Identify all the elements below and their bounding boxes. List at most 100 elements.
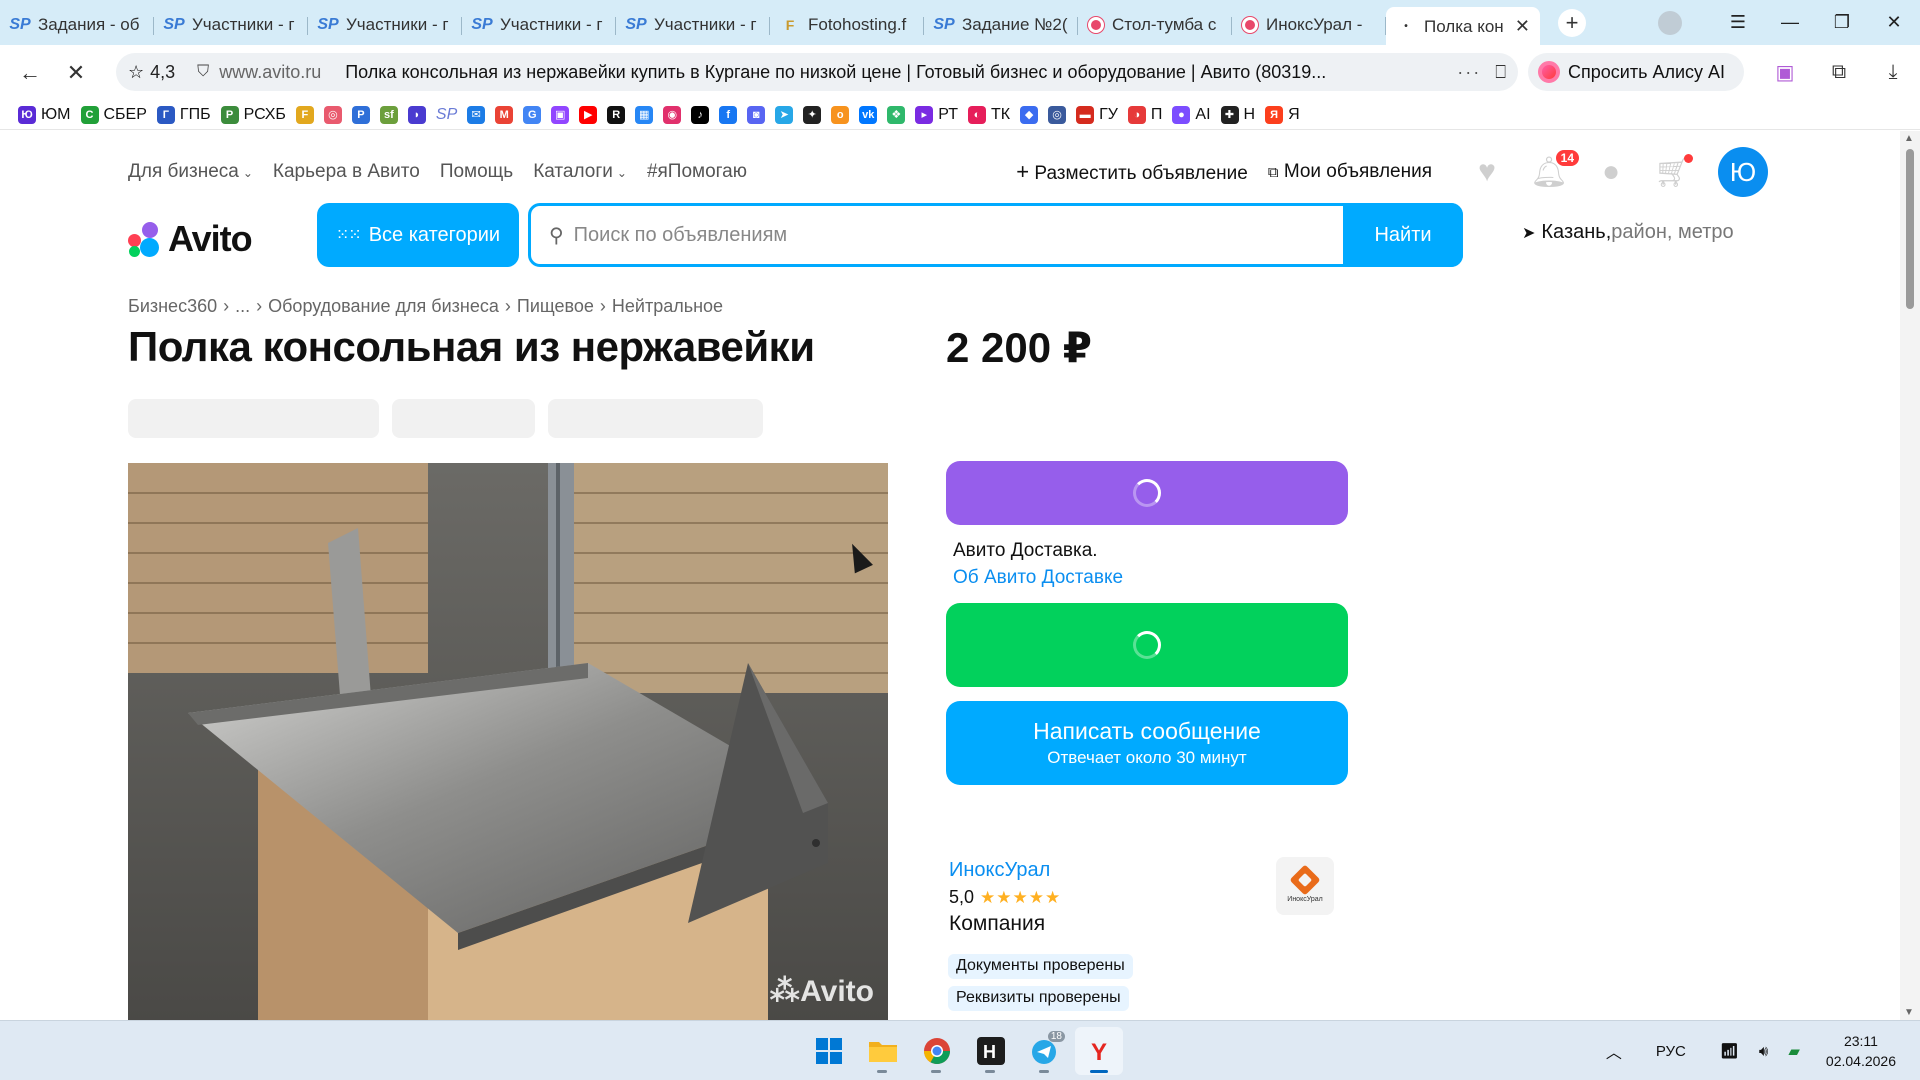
bookmark-9[interactable]: ◗ [407, 105, 426, 124]
downloads-icon[interactable]: ⤓ [1866, 61, 1920, 84]
bookmark-17[interactable]: ▦ [635, 105, 654, 124]
seller-rating[interactable]: 5,0 ★★★★★ [949, 887, 1061, 908]
bookmark-1[interactable]: Ю ЮМ [18, 105, 71, 124]
my-ads-link[interactable]: ⧉ Мои объявления [1268, 161, 1432, 183]
extensions-icon[interactable]: ⧉ [1812, 61, 1866, 84]
bookmark-31[interactable]: ▬ ГУ [1076, 105, 1118, 124]
bookmark-25[interactable]: vk [859, 105, 878, 124]
minimize-icon[interactable]: — [1764, 12, 1816, 33]
image-icon[interactable]: ▣ [1758, 60, 1812, 85]
bookmark-3[interactable]: Г ГПБ [156, 105, 211, 124]
maximize-icon[interactable]: ❐ [1816, 12, 1868, 33]
bookmark-34[interactable]: ✚ Н [1220, 105, 1255, 124]
location-selector[interactable]: ➤ Казань, район, метро [1522, 221, 1734, 244]
bookmark-30[interactable]: ◎ [1048, 105, 1067, 124]
tab-6[interactable]: F Fotohosting.f [770, 7, 924, 43]
close-window-icon[interactable]: ✕ [1868, 12, 1920, 33]
bookmark-10[interactable]: SP [436, 106, 457, 124]
bookmark-4[interactable]: Р РСХБ [220, 105, 286, 124]
tab-7[interactable]: SP Задание №2( [924, 7, 1078, 43]
tab-3[interactable]: SP Участники - г [308, 7, 462, 43]
bookmark-15[interactable]: ▶ [579, 105, 598, 124]
bookmark-7[interactable]: P [351, 105, 370, 124]
user-avatar[interactable]: Ю [1718, 147, 1768, 197]
avito-logo[interactable]: Avito [128, 211, 253, 267]
notifications-bell-icon[interactable]: 🔔︎ 14 [1529, 150, 1579, 192]
taskbar-explorer[interactable] [859, 1027, 907, 1075]
url-box[interactable]: ☆ 4,3 ⛉ www.avito.ru Полка консольная из… [116, 53, 1518, 91]
bookmark-13[interactable]: G [523, 105, 542, 124]
clock[interactable]: 23:11 02.04.2026 [1826, 1031, 1896, 1071]
taskbar-yandex-browser[interactable]: Y [1075, 1027, 1123, 1075]
profile-icon[interactable] [1658, 11, 1682, 35]
bookmark-2[interactable]: С СБЕР [80, 105, 147, 124]
wifi-icon[interactable]: 📶︎ [1720, 1042, 1739, 1060]
seller-logo[interactable]: ИноксУрал [1276, 857, 1334, 915]
bookmark-14[interactable]: ▣ [551, 105, 570, 124]
shield-icon[interactable]: ⛉ [197, 63, 209, 81]
bookmark-28[interactable]: ◐ ТК [967, 105, 1010, 124]
tab-8[interactable]: Стол-тумба с [1078, 7, 1232, 43]
breadcrumb-item[interactable]: Оборудование для бизнеса [268, 296, 499, 317]
listing-photo[interactable]: ⁂Avito [128, 463, 888, 1020]
cart-icon[interactable]: 🛒︎ [1653, 152, 1693, 192]
bookmark-16[interactable]: R [607, 105, 626, 124]
battery-icon[interactable]: ▰ [1788, 1042, 1800, 1060]
show-phone-button[interactable] [946, 603, 1348, 687]
bookmark-icon[interactable]: ⎕ [1495, 62, 1506, 83]
bookmark-12[interactable]: M [495, 105, 514, 124]
search-input[interactable] [573, 223, 1343, 247]
tabs-menu-icon[interactable]: ☰ [1712, 12, 1764, 33]
bookmark-21[interactable]: ◙ [747, 105, 766, 124]
bookmark-18[interactable]: ◉ [663, 105, 682, 124]
back-icon[interactable]: ← [10, 60, 50, 86]
breadcrumb-item[interactable]: Пищевое [517, 296, 594, 317]
bookmark-29[interactable]: ◆ [1020, 105, 1039, 124]
tab-1[interactable]: SP Задания - об [0, 7, 154, 43]
bookmark-6[interactable]: ◎ [323, 105, 342, 124]
about-delivery-link[interactable]: Об Авито Доставке [953, 567, 1123, 589]
bookmark-24[interactable]: о [831, 105, 850, 124]
write-message-button[interactable]: Написать сообщение Отвечает около 30 мин… [946, 701, 1348, 785]
post-ad-link[interactable]: + Разместить объявление [1016, 159, 1248, 185]
taskbar-telegram[interactable]: 18 [1021, 1027, 1069, 1075]
bookmark-32[interactable]: ◑ П [1127, 105, 1162, 124]
tab-9[interactable]: ИноксУрал - [1232, 7, 1386, 43]
more-icon[interactable]: ··· [1457, 62, 1481, 83]
tab-5[interactable]: SP Участники - г [616, 7, 770, 43]
bookmark-33[interactable]: ● AI [1172, 105, 1211, 124]
bookmark-35[interactable]: ЯЯ [1265, 105, 1300, 124]
page-scrollbar[interactable]: ▲ ▼ [1900, 131, 1920, 1020]
nav-career[interactable]: Карьера в Авито [273, 161, 420, 183]
nav-business[interactable]: Для бизнеса ⌄ [128, 161, 253, 183]
breadcrumb-item[interactable]: ... [235, 296, 250, 317]
breadcrumb-item[interactable]: Нейтральное [612, 296, 723, 317]
all-categories-button[interactable]: ⁙⁙ Все категории [317, 203, 519, 267]
new-tab-button[interactable]: + [1558, 8, 1586, 37]
tab-active[interactable]: • Полка кон ✕ [1386, 6, 1540, 47]
tab-4[interactable]: SP Участники - г [462, 7, 616, 43]
scroll-up-icon[interactable]: ▲ [1904, 133, 1914, 144]
bookmark-22[interactable]: ➤ [775, 105, 794, 124]
nav-catalogs[interactable]: Каталоги ⌄ [533, 161, 627, 183]
taskbar-chrome[interactable] [913, 1027, 961, 1075]
chevron-up-icon[interactable]: ︿ [1606, 1039, 1622, 1063]
bookmark-11[interactable]: ✉ [467, 105, 486, 124]
bookmark-23[interactable]: ✦ [803, 105, 822, 124]
taskbar-app-h[interactable]: H [967, 1027, 1015, 1075]
stop-loading-icon[interactable]: ✕ [56, 60, 96, 86]
bookmark-27[interactable]: ▸ РТ [915, 105, 958, 124]
scroll-down-icon[interactable]: ▼ [1904, 1007, 1914, 1018]
scrollbar-thumb[interactable] [1906, 149, 1914, 309]
favorites-heart-icon[interactable]: ♥ [1467, 152, 1507, 192]
bookmark-5[interactable]: F [295, 105, 314, 124]
messages-chat-icon[interactable]: ● [1591, 152, 1631, 192]
bookmark-8[interactable]: sf [379, 105, 398, 124]
start-button[interactable] [805, 1027, 853, 1075]
nav-ihelp[interactable]: #яПомогаю [647, 161, 747, 183]
language-indicator[interactable]: РУС [1656, 1043, 1686, 1060]
seller-name-link[interactable]: ИноксУрал [949, 859, 1050, 882]
bookmark-19[interactable]: ♪ [691, 105, 710, 124]
search-button[interactable]: Найти [1343, 203, 1463, 267]
close-tab-icon[interactable]: ✕ [1515, 16, 1530, 37]
